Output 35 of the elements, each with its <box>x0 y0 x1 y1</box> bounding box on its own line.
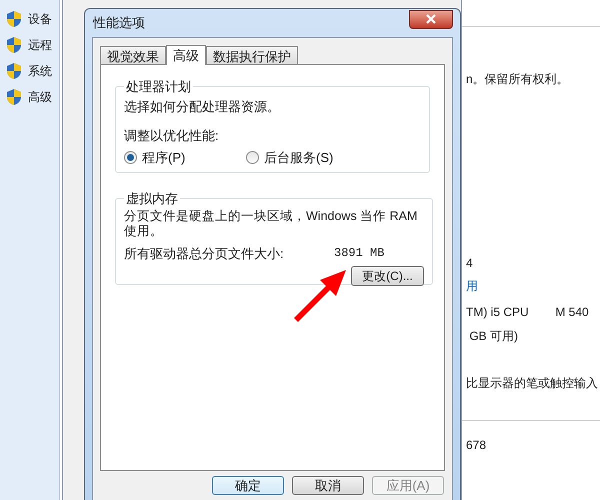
dialog-button[interactable]: 取消 <box>292 476 364 495</box>
shield-icon <box>6 62 22 80</box>
shield-icon <box>6 10 22 28</box>
info-text: n。保留所有权利。 <box>466 71 569 88</box>
info-text: TM) i5 CPU M 540 <box>466 304 589 321</box>
info-text: 比显示器的笔或触控输入 <box>466 375 598 392</box>
tab[interactable]: 数据执行保护 <box>206 46 298 64</box>
group-title: 虚拟内存 <box>125 190 179 208</box>
link[interactable]: 用 <box>466 277 478 295</box>
change-button[interactable]: 更改(C)... <box>351 266 424 286</box>
sidebar-item[interactable]: 设备 <box>28 10 52 28</box>
dialog-button[interactable]: 确定 <box>212 476 284 495</box>
radio-button[interactable] <box>246 150 259 164</box>
close-icon <box>426 14 436 24</box>
size-label: 所有驱动器总分页文件大小: <box>124 244 285 262</box>
shield-icon <box>6 36 22 54</box>
radio-label: 后台服务(S) <box>264 148 334 167</box>
info-text: GB 可用) <box>468 328 518 345</box>
close-button[interactable] <box>409 10 453 28</box>
sidebar-item[interactable]: 远程 <box>28 36 52 54</box>
radio-button[interactable] <box>124 150 137 164</box>
group-title: 处理器计划 <box>125 78 192 96</box>
description-text: 分页文件是硬盘上的一块区域，Windows 当作 RAM 使用。 <box>124 208 418 238</box>
shield-icon <box>6 88 22 106</box>
sidebar-item[interactable]: 系统 <box>28 62 52 80</box>
window-title: 性能选项 <box>92 14 145 32</box>
size-value: 3891 MB <box>334 244 384 262</box>
adjust-label: 调整以优化性能: <box>124 127 220 145</box>
radio-label: 程序(P) <box>142 148 186 167</box>
sidebar-item[interactable]: 高级 <box>28 88 52 106</box>
tab[interactable]: 高级 <box>166 45 206 65</box>
description-text: 选择如何分配处理器资源。 <box>124 98 281 116</box>
info-text: 4 <box>466 255 473 272</box>
info-text: 678 <box>466 437 486 454</box>
tab[interactable]: 视觉效果 <box>100 46 166 64</box>
